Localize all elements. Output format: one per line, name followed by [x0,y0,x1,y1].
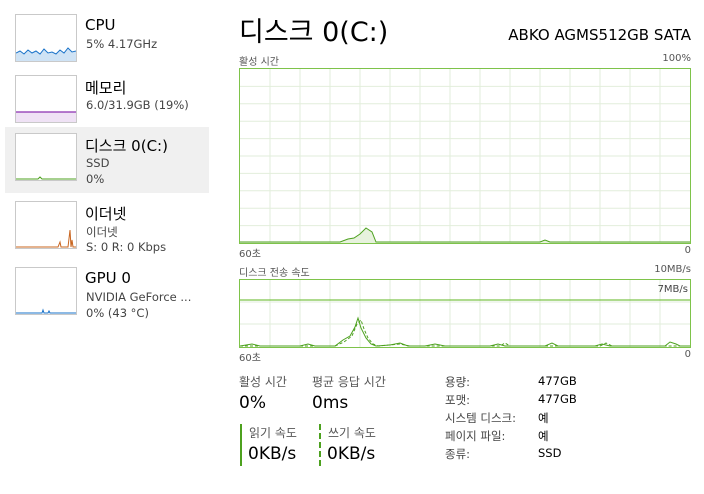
disk-type-text: SSD [86,156,110,170]
disk-type-value: SSD [538,446,562,460]
ethernet-thumbnail-graph [15,201,77,249]
sidebar-item-memory[interactable]: 메모리 6.0/31.9GB (19%) [5,69,209,135]
read-speed-legend-bar [240,424,242,466]
active-time-graph-min: 0 [684,245,691,256]
sidebar-item-disk[interactable]: 디스크 0(C:) SSD 0% [5,127,209,193]
sidebar-item-ethernet[interactable]: 이더넷 이더넷 S: 0 R: 0 Kbps [5,195,209,261]
sidebar-item-cpu[interactable]: CPU 5% 4.17GHz [5,8,209,74]
ethernet-speed-text: S: 0 R: 0 Kbps [86,240,167,254]
sidebar-item-label: 이더넷 [85,205,127,223]
sidebar-item-label: CPU [85,16,116,34]
formatted-value: 477GB [538,392,577,406]
cpu-thumbnail-graph [15,14,77,62]
read-speed-label: 읽기 속도 [249,426,297,440]
transfer-rate-graph-duration: 60초 [239,353,261,364]
disk-type-label: 종류: [445,447,471,461]
sidebar-item-label: GPU 0 [85,269,131,287]
ethernet-name-text: 이더넷 [86,225,118,239]
active-time-label: 활성 시간 [239,375,287,389]
response-time-value: 0ms [312,393,349,413]
write-speed-legend-bar [319,424,321,466]
transfer-rate-graph: 7MB/s [239,279,691,348]
transfer-rate-graph-label: 디스크 전송 속도 [239,268,310,279]
memory-usage-text: 6.0/31.9GB (19%) [86,98,189,112]
memory-thumbnail-graph [15,75,77,123]
response-time-label: 평균 응답 시간 [312,375,386,389]
device-model: ABKO AGMS512GB SATA [508,26,691,44]
transfer-rate-graph-max: 10MB/s [654,264,691,275]
capacity-label: 용량: [445,375,471,389]
gpu-model-text: NVIDIA GeForce ... [86,290,192,304]
read-speed-value: 0KB/s [248,444,297,464]
formatted-label: 포맷: [445,393,471,407]
capacity-value: 477GB [538,374,577,388]
active-time-graph-label: 활성 시간 [239,57,279,68]
page-file-value: 예 [538,429,549,443]
disk-usage-text: 0% [86,172,105,186]
sidebar-item-label: 메모리 [85,79,127,97]
gpu-thumbnail-graph [15,267,77,315]
active-time-graph [239,68,691,244]
active-time-value: 0% [239,393,266,413]
sidebar-item-label: 디스크 0(C:) [85,137,168,155]
sidebar-item-gpu[interactable]: GPU 0 NVIDIA GeForce ... 0% (43 °C) [5,261,209,327]
gpu-usage-text: 0% (43 °C) [86,306,149,320]
system-disk-label: 시스템 디스크: [445,411,517,425]
cpu-usage-text: 5% 4.17GHz [86,37,158,51]
transfer-rate-graph-min: 0 [684,349,691,360]
page-file-label: 페이지 파일: [445,429,506,443]
active-time-graph-duration: 60초 [239,249,261,260]
disk-thumbnail-graph [15,133,77,181]
page-title: 디스크 0(C:) [239,17,389,48]
active-time-graph-max: 100% [662,53,691,64]
system-disk-value: 예 [538,411,549,425]
write-speed-label: 쓰기 속도 [328,426,376,440]
sidebar: CPU 5% 4.17GHz 메모리 6.0/31.9GB (19%) 디스크 … [0,0,212,494]
write-speed-value: 0KB/s [327,444,376,464]
transfer-rate-reference-label: 7MB/s [657,284,688,295]
